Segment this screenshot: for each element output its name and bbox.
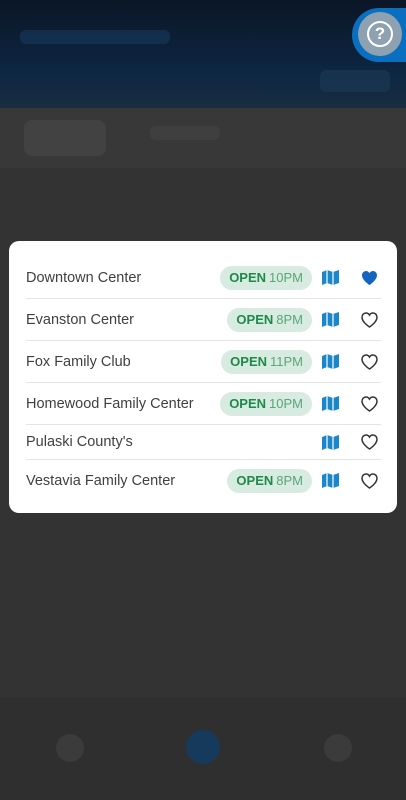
help-question-icon: ? [358, 12, 402, 56]
heart-outline-icon[interactable] [361, 353, 378, 370]
heart-outline-icon[interactable] [361, 434, 378, 450]
background-nav-icon [324, 734, 352, 762]
background-tab-label [150, 126, 220, 140]
open-status-badge: OPEN 10PM [220, 391, 312, 416]
open-label: OPEN [230, 354, 267, 369]
closing-time: 10PM [269, 270, 303, 285]
background-nav-icon [56, 734, 84, 762]
open-status-badge: OPEN 8PM [227, 468, 312, 493]
closing-time: 8PM [276, 312, 303, 327]
background-header-title [20, 30, 170, 44]
heart-outline-icon[interactable] [361, 311, 378, 328]
open-label: OPEN [229, 270, 267, 285]
map-icon[interactable] [322, 396, 339, 411]
open-status-badge: OPEN 11PM [221, 349, 312, 374]
open-status-badge: OPEN 8PM [227, 307, 312, 332]
location-list: Downtown Center OPEN 10PM Evanston Center OP… [26, 257, 381, 501]
location-name: Vestavia Family Center [26, 472, 176, 489]
background-header-action [320, 70, 390, 92]
location-row[interactable]: Downtown Center OPEN 10PM [26, 257, 381, 299]
map-icon[interactable] [322, 473, 339, 488]
map-icon[interactable] [322, 312, 339, 327]
location-row[interactable]: Vestavia Family Center OPEN 8PM [26, 460, 381, 501]
location-row[interactable]: Evanston Center OPEN 8PM [26, 299, 381, 341]
open-label: OPEN [229, 396, 267, 411]
closing-time: 10PM [269, 396, 303, 411]
open-label: OPEN [236, 473, 274, 488]
heart-filled-icon[interactable] [361, 270, 378, 286]
location-name: Homewood Family Center [26, 395, 194, 412]
help-button[interactable]: ? [352, 8, 406, 62]
closing-time: 11PM [270, 354, 303, 369]
map-icon[interactable] [322, 434, 339, 450]
heart-outline-icon[interactable] [361, 472, 378, 489]
open-status-badge: OPEN 10PM [220, 265, 312, 290]
open-label: OPEN [236, 312, 274, 327]
location-row[interactable]: Homewood Family Center OPEN 10PM [26, 383, 381, 425]
background-tab [24, 120, 106, 156]
location-name: Fox Family Club [26, 353, 131, 370]
location-row[interactable]: Fox Family Club OPEN 11PM [26, 341, 381, 383]
location-row[interactable]: Pulaski County's [26, 425, 381, 460]
location-picker-modal: Downtown Center OPEN 10PM Evanston Center OP… [9, 241, 397, 513]
map-icon[interactable] [322, 354, 339, 369]
background-subheader [0, 108, 406, 168]
location-name: Evanston Center [26, 311, 135, 328]
closing-time: 8PM [276, 473, 303, 488]
location-name: Pulaski County's [26, 434, 133, 450]
background-nav-icon-active [186, 730, 220, 764]
map-icon[interactable] [322, 270, 339, 285]
heart-outline-icon[interactable] [361, 395, 378, 412]
background-bottom-nav [0, 698, 406, 800]
location-name: Downtown Center [26, 269, 142, 286]
background-header [0, 0, 406, 108]
